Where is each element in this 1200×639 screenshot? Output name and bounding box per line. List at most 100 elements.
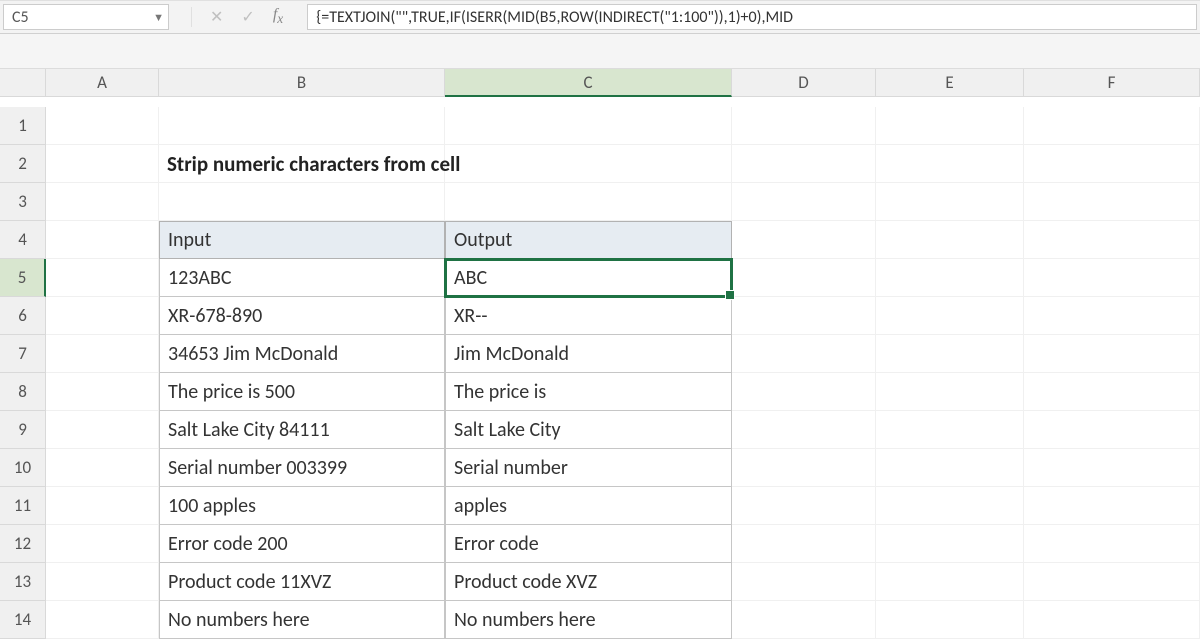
cell-C10[interactable]: Serial number (445, 449, 732, 487)
cell-E2[interactable] (876, 145, 1024, 183)
cell-C7[interactable]: Jim McDonald (445, 335, 732, 373)
table-header-input[interactable]: Input (159, 221, 445, 259)
cell-D14[interactable] (732, 601, 876, 639)
col-header-D[interactable]: D (732, 69, 876, 97)
cell-E9[interactable] (876, 411, 1024, 449)
row-header-10[interactable]: 10 (0, 449, 46, 487)
cell-B8[interactable]: The price is 500 (159, 373, 445, 411)
cell-B6[interactable]: XR-678-890 (159, 297, 445, 335)
cell-B2-title[interactable]: Strip numeric characters from cell (159, 145, 445, 183)
row-header-1[interactable]: 1 (0, 107, 46, 145)
cell-D8[interactable] (732, 373, 876, 411)
cell-D13[interactable] (732, 563, 876, 601)
cell-E11[interactable] (876, 487, 1024, 525)
cell-F9[interactable] (1024, 411, 1200, 449)
cell-D10[interactable] (732, 449, 876, 487)
select-all-corner[interactable] (0, 69, 46, 97)
fx-icon[interactable]: fx (273, 6, 289, 27)
cell-A8[interactable] (46, 373, 159, 411)
cell-C3[interactable] (445, 183, 732, 221)
cell-B3[interactable] (159, 183, 445, 221)
cell-B11[interactable]: 100 apples (159, 487, 445, 525)
cell-A4[interactable] (46, 221, 159, 259)
cell-C2[interactable] (445, 145, 732, 183)
cell-A7[interactable] (46, 335, 159, 373)
cell-F3[interactable] (1024, 183, 1200, 221)
cell-A11[interactable] (46, 487, 159, 525)
cell-D6[interactable] (732, 297, 876, 335)
cell-F1[interactable] (1024, 107, 1200, 145)
cell-D3[interactable] (732, 183, 876, 221)
table-header-output[interactable]: Output (445, 221, 732, 259)
enter-icon[interactable]: ✓ (241, 7, 254, 27)
cell-D1[interactable] (732, 107, 876, 145)
cell-C14[interactable]: No numbers here (445, 601, 732, 639)
cell-B9[interactable]: Salt Lake City 84111 (159, 411, 445, 449)
cell-F14[interactable] (1024, 601, 1200, 639)
cell-F13[interactable] (1024, 563, 1200, 601)
cell-C5[interactable]: ABC (445, 259, 732, 297)
cell-B5[interactable]: 123ABC (159, 259, 445, 297)
cell-A6[interactable] (46, 297, 159, 335)
cell-D5[interactable] (732, 259, 876, 297)
col-header-F[interactable]: F (1024, 69, 1200, 97)
cell-E10[interactable] (876, 449, 1024, 487)
cell-F7[interactable] (1024, 335, 1200, 373)
cell-E14[interactable] (876, 601, 1024, 639)
row-header-9[interactable]: 9 (0, 411, 46, 449)
formula-input[interactable]: {=TEXTJOIN("",TRUE,IF(ISERR(MID(B5,ROW(I… (307, 4, 1197, 30)
row-header-12[interactable]: 12 (0, 525, 46, 563)
cell-D11[interactable] (732, 487, 876, 525)
cell-A10[interactable] (46, 449, 159, 487)
col-header-A[interactable]: A (46, 69, 159, 97)
cell-E1[interactable] (876, 107, 1024, 145)
row-header-3[interactable]: 3 (0, 183, 46, 221)
cell-A5[interactable] (46, 259, 159, 297)
cell-B12[interactable]: Error code 200 (159, 525, 445, 563)
cell-E8[interactable] (876, 373, 1024, 411)
name-box[interactable]: C5 ▼ (3, 4, 169, 30)
cell-C12[interactable]: Error code (445, 525, 732, 563)
cell-E3[interactable] (876, 183, 1024, 221)
cell-E4[interactable] (876, 221, 1024, 259)
col-header-E[interactable]: E (876, 69, 1024, 97)
cell-D9[interactable] (732, 411, 876, 449)
row-header-7[interactable]: 7 (0, 335, 46, 373)
cell-A9[interactable] (46, 411, 159, 449)
cell-D12[interactable] (732, 525, 876, 563)
cell-A2[interactable] (46, 145, 159, 183)
cell-A3[interactable] (46, 183, 159, 221)
cell-A1[interactable] (46, 107, 159, 145)
dropdown-icon[interactable]: ▼ (153, 11, 164, 24)
row-header-6[interactable]: 6 (0, 297, 46, 335)
cell-B7[interactable]: 34653 Jim McDonald (159, 335, 445, 373)
cell-E13[interactable] (876, 563, 1024, 601)
cell-D7[interactable] (732, 335, 876, 373)
row-header-13[interactable]: 13 (0, 563, 46, 601)
cell-F11[interactable] (1024, 487, 1200, 525)
spreadsheet-grid[interactable]: A B C D E F 1 2 Strip numeric characters… (0, 69, 1200, 639)
cell-B13[interactable]: Product code 11XVZ (159, 563, 445, 601)
cell-C9[interactable]: Salt Lake City (445, 411, 732, 449)
cell-D2[interactable] (732, 145, 876, 183)
cell-C1[interactable] (445, 107, 732, 145)
cell-B1[interactable] (159, 107, 445, 145)
row-header-14[interactable]: 14 (0, 601, 46, 639)
cancel-icon[interactable]: ✕ (210, 7, 223, 27)
col-header-C[interactable]: C (445, 69, 732, 97)
cell-F5[interactable] (1024, 259, 1200, 297)
row-header-4[interactable]: 4 (0, 221, 46, 259)
cell-F12[interactable] (1024, 525, 1200, 563)
cell-E5[interactable] (876, 259, 1024, 297)
cell-E6[interactable] (876, 297, 1024, 335)
row-header-8[interactable]: 8 (0, 373, 46, 411)
cell-C13[interactable]: Product code XVZ (445, 563, 732, 601)
cell-F8[interactable] (1024, 373, 1200, 411)
cell-B10[interactable]: Serial number 003399 (159, 449, 445, 487)
row-header-2[interactable]: 2 (0, 145, 46, 183)
col-header-B[interactable]: B (159, 69, 445, 97)
cell-F4[interactable] (1024, 221, 1200, 259)
cell-E7[interactable] (876, 335, 1024, 373)
cell-C8[interactable]: The price is (445, 373, 732, 411)
row-header-11[interactable]: 11 (0, 487, 46, 525)
